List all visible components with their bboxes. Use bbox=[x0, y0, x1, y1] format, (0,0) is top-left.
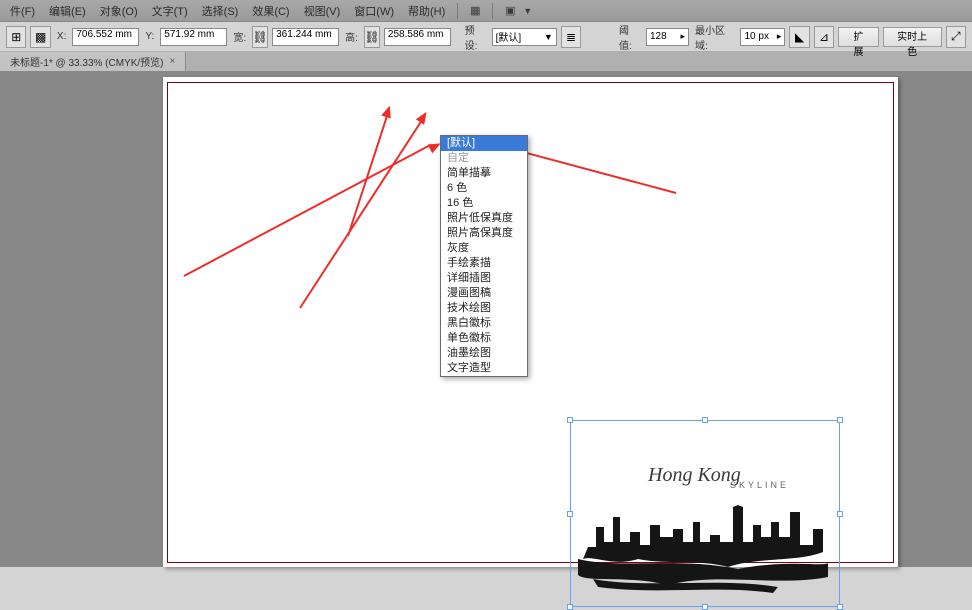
dropdown-item[interactable]: 黑白徽标 bbox=[441, 316, 527, 331]
menu-window[interactable]: 窗口(W) bbox=[348, 1, 400, 21]
trace-icon-1[interactable]: ◣ bbox=[789, 26, 809, 48]
menu-text[interactable]: 文字(T) bbox=[146, 1, 194, 21]
minarea-input[interactable]: 10 px ▸ bbox=[740, 28, 785, 46]
preset-label: 预设: bbox=[463, 22, 488, 52]
resize-handle[interactable] bbox=[567, 511, 573, 517]
expand-button[interactable]: 扩展 bbox=[838, 27, 878, 47]
document-title: 未标题-1* @ 33.33% (CMYK/预览) bbox=[10, 54, 164, 69]
trace-icon-2[interactable]: ⊿ bbox=[814, 26, 834, 48]
menu-select[interactable]: 选择(S) bbox=[196, 1, 245, 21]
menubar: 件(F) 编辑(E) 对象(O) 文字(T) 选择(S) 效果(C) 视图(V)… bbox=[0, 0, 972, 22]
properties-toolbar: ⊞ ▩ X: 706.552 mm Y: 571.92 mm 宽: ⛓ 361.… bbox=[0, 22, 972, 52]
w-label: 宽: bbox=[231, 29, 248, 44]
preset-select[interactable]: [默认] ▼ bbox=[492, 28, 557, 46]
dropdown-item[interactable]: 单色徽标 bbox=[441, 331, 527, 346]
screen-icon[interactable]: ▣ bbox=[499, 2, 521, 20]
h-input[interactable]: 258.586 mm bbox=[384, 28, 451, 46]
dropdown-item-custom: 自定 bbox=[441, 151, 527, 166]
menu-view[interactable]: 视图(V) bbox=[298, 1, 347, 21]
dropdown-item-default[interactable]: [默认] bbox=[441, 136, 527, 151]
preset-dropdown: [默认] 自定 简单描摹 6 色 16 色 照片低保真度 照片高保真度 灰度 手… bbox=[440, 135, 528, 377]
menu-icon[interactable]: ≣ bbox=[561, 26, 581, 48]
dropdown-item[interactable]: 灰度 bbox=[441, 241, 527, 256]
resize-handle[interactable] bbox=[837, 511, 843, 517]
dropdown-item[interactable]: 6 色 bbox=[441, 181, 527, 196]
menu-file[interactable]: 件(F) bbox=[4, 1, 41, 21]
dropdown-item[interactable]: 16 色 bbox=[441, 196, 527, 211]
resize-handle[interactable] bbox=[702, 604, 708, 610]
dropdown-item[interactable]: 照片高保真度 bbox=[441, 226, 527, 241]
resize-handle[interactable] bbox=[837, 417, 843, 423]
dropdown-icon[interactable]: ▼ bbox=[523, 6, 532, 16]
h-label: 高: bbox=[343, 29, 360, 44]
link-icon-2[interactable]: ⛓ bbox=[364, 26, 380, 48]
dropdown-item[interactable]: 油墨绘图 bbox=[441, 346, 527, 361]
threshold-input[interactable]: 128 ▸ bbox=[646, 28, 689, 46]
dropdown-item[interactable]: 漫画图稿 bbox=[441, 286, 527, 301]
stepper-icon: ▸ bbox=[681, 31, 686, 42]
reference-point-icon[interactable]: ⊞ bbox=[6, 26, 26, 48]
menu-help[interactable]: 帮助(H) bbox=[402, 1, 451, 21]
layout-icon[interactable]: ▦ bbox=[464, 2, 486, 20]
w-input[interactable]: 361.244 mm bbox=[272, 28, 339, 46]
document-tab[interactable]: 未标题-1* @ 33.33% (CMYK/预览) × bbox=[0, 52, 186, 71]
image-icon[interactable]: ▩ bbox=[30, 26, 50, 48]
resize-handle[interactable] bbox=[567, 417, 573, 423]
y-label: Y: bbox=[143, 31, 156, 42]
minarea-label: 最小区域: bbox=[693, 22, 736, 52]
y-input[interactable]: 571.92 mm bbox=[160, 28, 227, 46]
dropdown-item[interactable]: 简单描摹 bbox=[441, 166, 527, 181]
document-tabs: 未标题-1* @ 33.33% (CMYK/预览) × bbox=[0, 52, 972, 72]
menu-object[interactable]: 对象(O) bbox=[94, 1, 144, 21]
live-paint-button[interactable]: 实时上色 bbox=[883, 27, 942, 47]
x-label: X: bbox=[55, 31, 68, 42]
menu-edit[interactable]: 编辑(E) bbox=[43, 1, 92, 21]
threshold-label: 阈值: bbox=[617, 22, 642, 52]
stepper-icon: ▸ bbox=[777, 31, 782, 42]
canvas[interactable]: [默认] 自定 简单描摹 6 色 16 色 照片低保真度 照片高保真度 灰度 手… bbox=[0, 72, 972, 567]
resize-handle[interactable] bbox=[702, 417, 708, 423]
dropdown-item[interactable]: 文字造型 bbox=[441, 361, 527, 376]
dropdown-item[interactable]: 照片低保真度 bbox=[441, 211, 527, 226]
preset-value: [默认] bbox=[496, 29, 522, 44]
dropdown-item[interactable]: 技术绘图 bbox=[441, 301, 527, 316]
resize-handle[interactable] bbox=[567, 604, 573, 610]
selection-bbox[interactable] bbox=[570, 420, 840, 607]
resize-handle[interactable] bbox=[837, 604, 843, 610]
menu-effect[interactable]: 效果(C) bbox=[246, 1, 295, 21]
link-icon[interactable]: ⛓ bbox=[252, 26, 268, 48]
chevron-down-icon: ▼ bbox=[544, 32, 553, 42]
expand-screen-icon[interactable]: ⤢ bbox=[946, 26, 966, 48]
close-icon[interactable]: × bbox=[170, 56, 176, 67]
dropdown-item[interactable]: 手绘素描 bbox=[441, 256, 527, 271]
x-input[interactable]: 706.552 mm bbox=[72, 28, 139, 46]
divider bbox=[492, 3, 493, 19]
divider bbox=[457, 3, 458, 19]
dropdown-item[interactable]: 详细插图 bbox=[441, 271, 527, 286]
